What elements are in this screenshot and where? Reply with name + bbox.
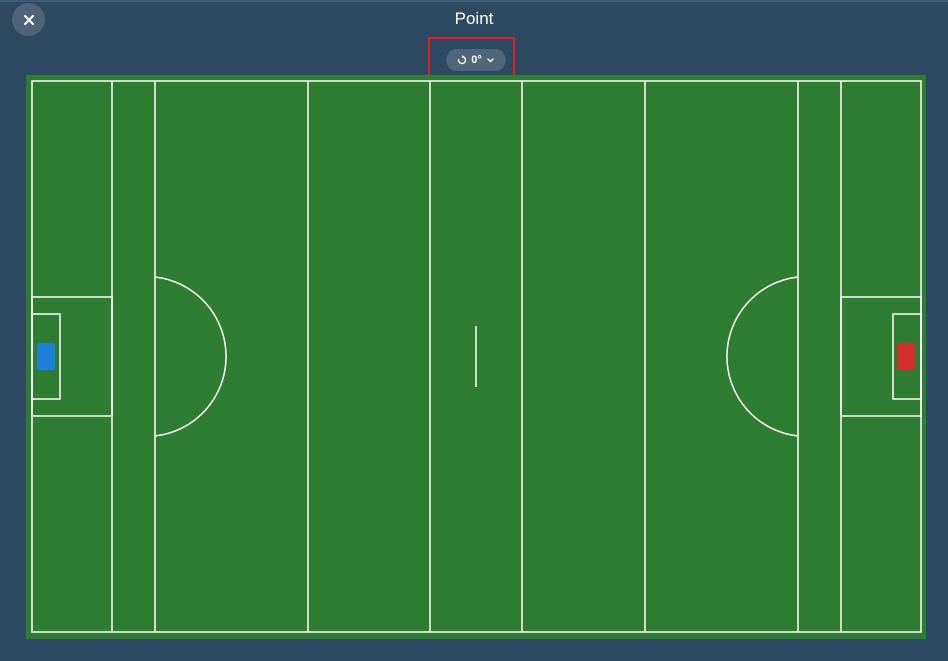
window-top-edge — [0, 0, 948, 2]
page-title: Point — [454, 9, 494, 28]
chevron-down-icon — [487, 57, 494, 62]
right-goal[interactable] — [897, 343, 915, 370]
field-markings — [31, 80, 922, 633]
rotate-icon — [458, 55, 467, 65]
playing-field — [26, 75, 926, 639]
right-arc — [726, 276, 799, 437]
rotation-dropdown-button[interactable]: 0° — [446, 49, 506, 71]
left-arc — [154, 276, 227, 437]
rotation-value: 0° — [471, 54, 482, 66]
left-goal[interactable] — [37, 343, 55, 370]
